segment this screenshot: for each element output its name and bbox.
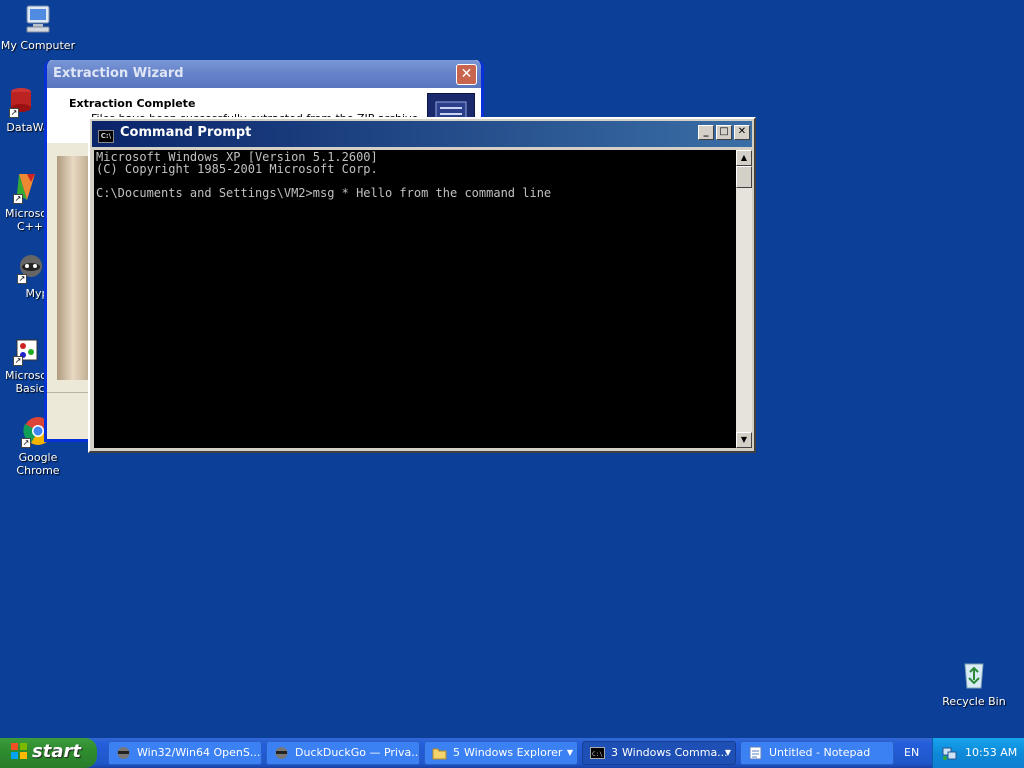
scroll-up-arrow-icon[interactable]: ▲ [736,150,752,166]
folder-icon [432,746,447,760]
console-line: C:\Documents and Settings\VM2>msg * Hell… [96,186,552,200]
database-icon: ↗ [1,84,35,118]
cmd-title: Command Prompt [120,125,252,140]
taskbar-item-windows-explorer[interactable]: 5 Windows Explorer ▼ [424,741,578,765]
wizard-title: Extraction Wizard [53,66,184,81]
wizard-close-button[interactable]: ✕ [456,64,477,85]
raccoon-icon [116,746,131,760]
console-output[interactable]: Microsoft Windows XP [Version 5.1.2600](… [94,150,736,448]
taskbar: start Win32/Win64 OpenS... DuckDuckGo — … [0,738,1024,768]
wizard-titlebar[interactable]: Extraction Wizard ✕ [47,60,481,88]
system-tray: 10:53 AM [932,738,1024,768]
taskbar-item-label: Windows Comma... [622,746,728,759]
desktop: My Computer ↗ DataWa ↗ Microsoft C++ ↗ M… [0,0,1024,738]
computer-icon [21,2,55,36]
shortcut-arrow-icon: ↗ [21,438,31,448]
network-icon[interactable] [941,745,957,761]
desktop-icon-recycle-bin[interactable]: Recycle Bin [936,658,1012,708]
notepad-icon [748,746,763,760]
maximize-button[interactable]: □ [716,125,732,140]
raccoon-icon: ↗ [9,250,43,284]
shortcut-arrow-icon: ↗ [9,108,19,118]
console-line: (C) Copyright 1985-2001 Microsoft Corp. [96,162,378,176]
svg-text:C:\: C:\ [592,751,603,758]
taskbar-item-label: DuckDuckGo — Priva... [295,746,420,759]
close-button[interactable]: ✕ [734,125,750,140]
taskbar-item-opens[interactable]: Win32/Win64 OpenS... [108,741,262,765]
visual-cpp-icon: ↗ [5,170,39,204]
recycle-bin-icon [957,658,991,692]
desktop-icon-my-computer[interactable]: My Computer [0,2,76,52]
chevron-down-icon: ▼ [724,748,731,757]
start-button[interactable]: start [0,738,97,768]
taskbar-item-duckduckgo[interactable]: DuckDuckGo — Priva... [266,741,420,765]
start-label: start [32,741,81,762]
cmd-titlebar[interactable]: C:\ Command Prompt _ □ ✕ [92,121,752,147]
raccoon-icon [274,746,289,760]
wizard-header-title: Extraction Complete [69,97,196,110]
shortcut-arrow-icon: ↗ [13,356,23,366]
desktop-icon-label: Recycle Bin [942,695,1006,708]
windows-flag-icon [10,742,28,760]
shortcut-arrow-icon: ↗ [13,194,23,204]
cmd-app-icon: C:\ [98,130,114,143]
command-prompt-window[interactable]: C:\ Command Prompt _ □ ✕ Microsoft Window… [88,117,756,453]
taskbar-group-count: 3 [611,746,618,759]
scroll-down-arrow-icon[interactable]: ▼ [736,432,752,448]
taskbar-group-count: 5 [453,746,460,759]
taskbar-item-label: Untitled - Notepad [769,746,871,759]
taskbar-item-label: Windows Explorer [464,746,563,759]
chevron-down-icon: ▼ [566,748,573,757]
language-indicator[interactable]: EN [904,746,919,759]
clock[interactable]: 10:53 AM [965,746,1017,759]
desktop-icon-label: My Computer [0,39,76,52]
taskbar-item-notepad[interactable]: Untitled - Notepad [740,741,894,765]
taskbar-item-windows-command[interactable]: C:\ 3 Windows Comma... ▼ [582,741,736,765]
taskbar-item-label: Win32/Win64 OpenS... [137,746,261,759]
minimize-button[interactable]: _ [698,125,714,140]
visual-basic-icon: ↗ [5,332,39,366]
desktop-icon-label: Google Chrome [16,451,60,477]
cmd-vertical-scrollbar[interactable]: ▲ ▼ [736,150,752,448]
scroll-thumb[interactable] [736,166,752,188]
shortcut-arrow-icon: ↗ [17,274,27,284]
cmd-icon: C:\ [590,746,605,760]
